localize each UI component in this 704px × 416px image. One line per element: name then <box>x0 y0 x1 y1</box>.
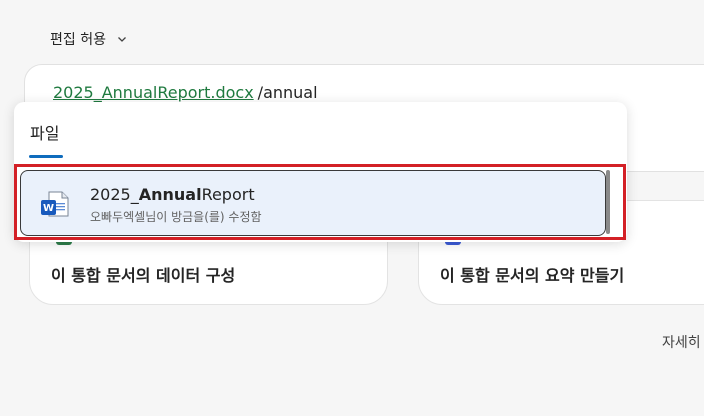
permission-label: 편집 허용 <box>50 32 106 48</box>
permission-dropdown[interactable]: 편집 허용 <box>50 29 128 49</box>
more-link[interactable]: 자세히 <box>662 332 701 352</box>
tab-active-indicator <box>29 155 63 158</box>
chevron-down-icon <box>118 37 126 42</box>
selection-highlight-box <box>14 164 626 240</box>
suggestion-title: 이 통합 문서의 데이터 구성 <box>51 266 236 285</box>
chat-input-text[interactable]: 2025_AnnualReport.docx/annual <box>53 83 318 102</box>
suggestion-title: 이 통합 문서의 요약 만들기 <box>440 266 625 285</box>
command-text: /annual <box>257 83 318 102</box>
tab-files[interactable]: 파일 <box>30 120 59 144</box>
file-reference-link[interactable]: 2025_AnnualReport.docx <box>53 83 254 102</box>
